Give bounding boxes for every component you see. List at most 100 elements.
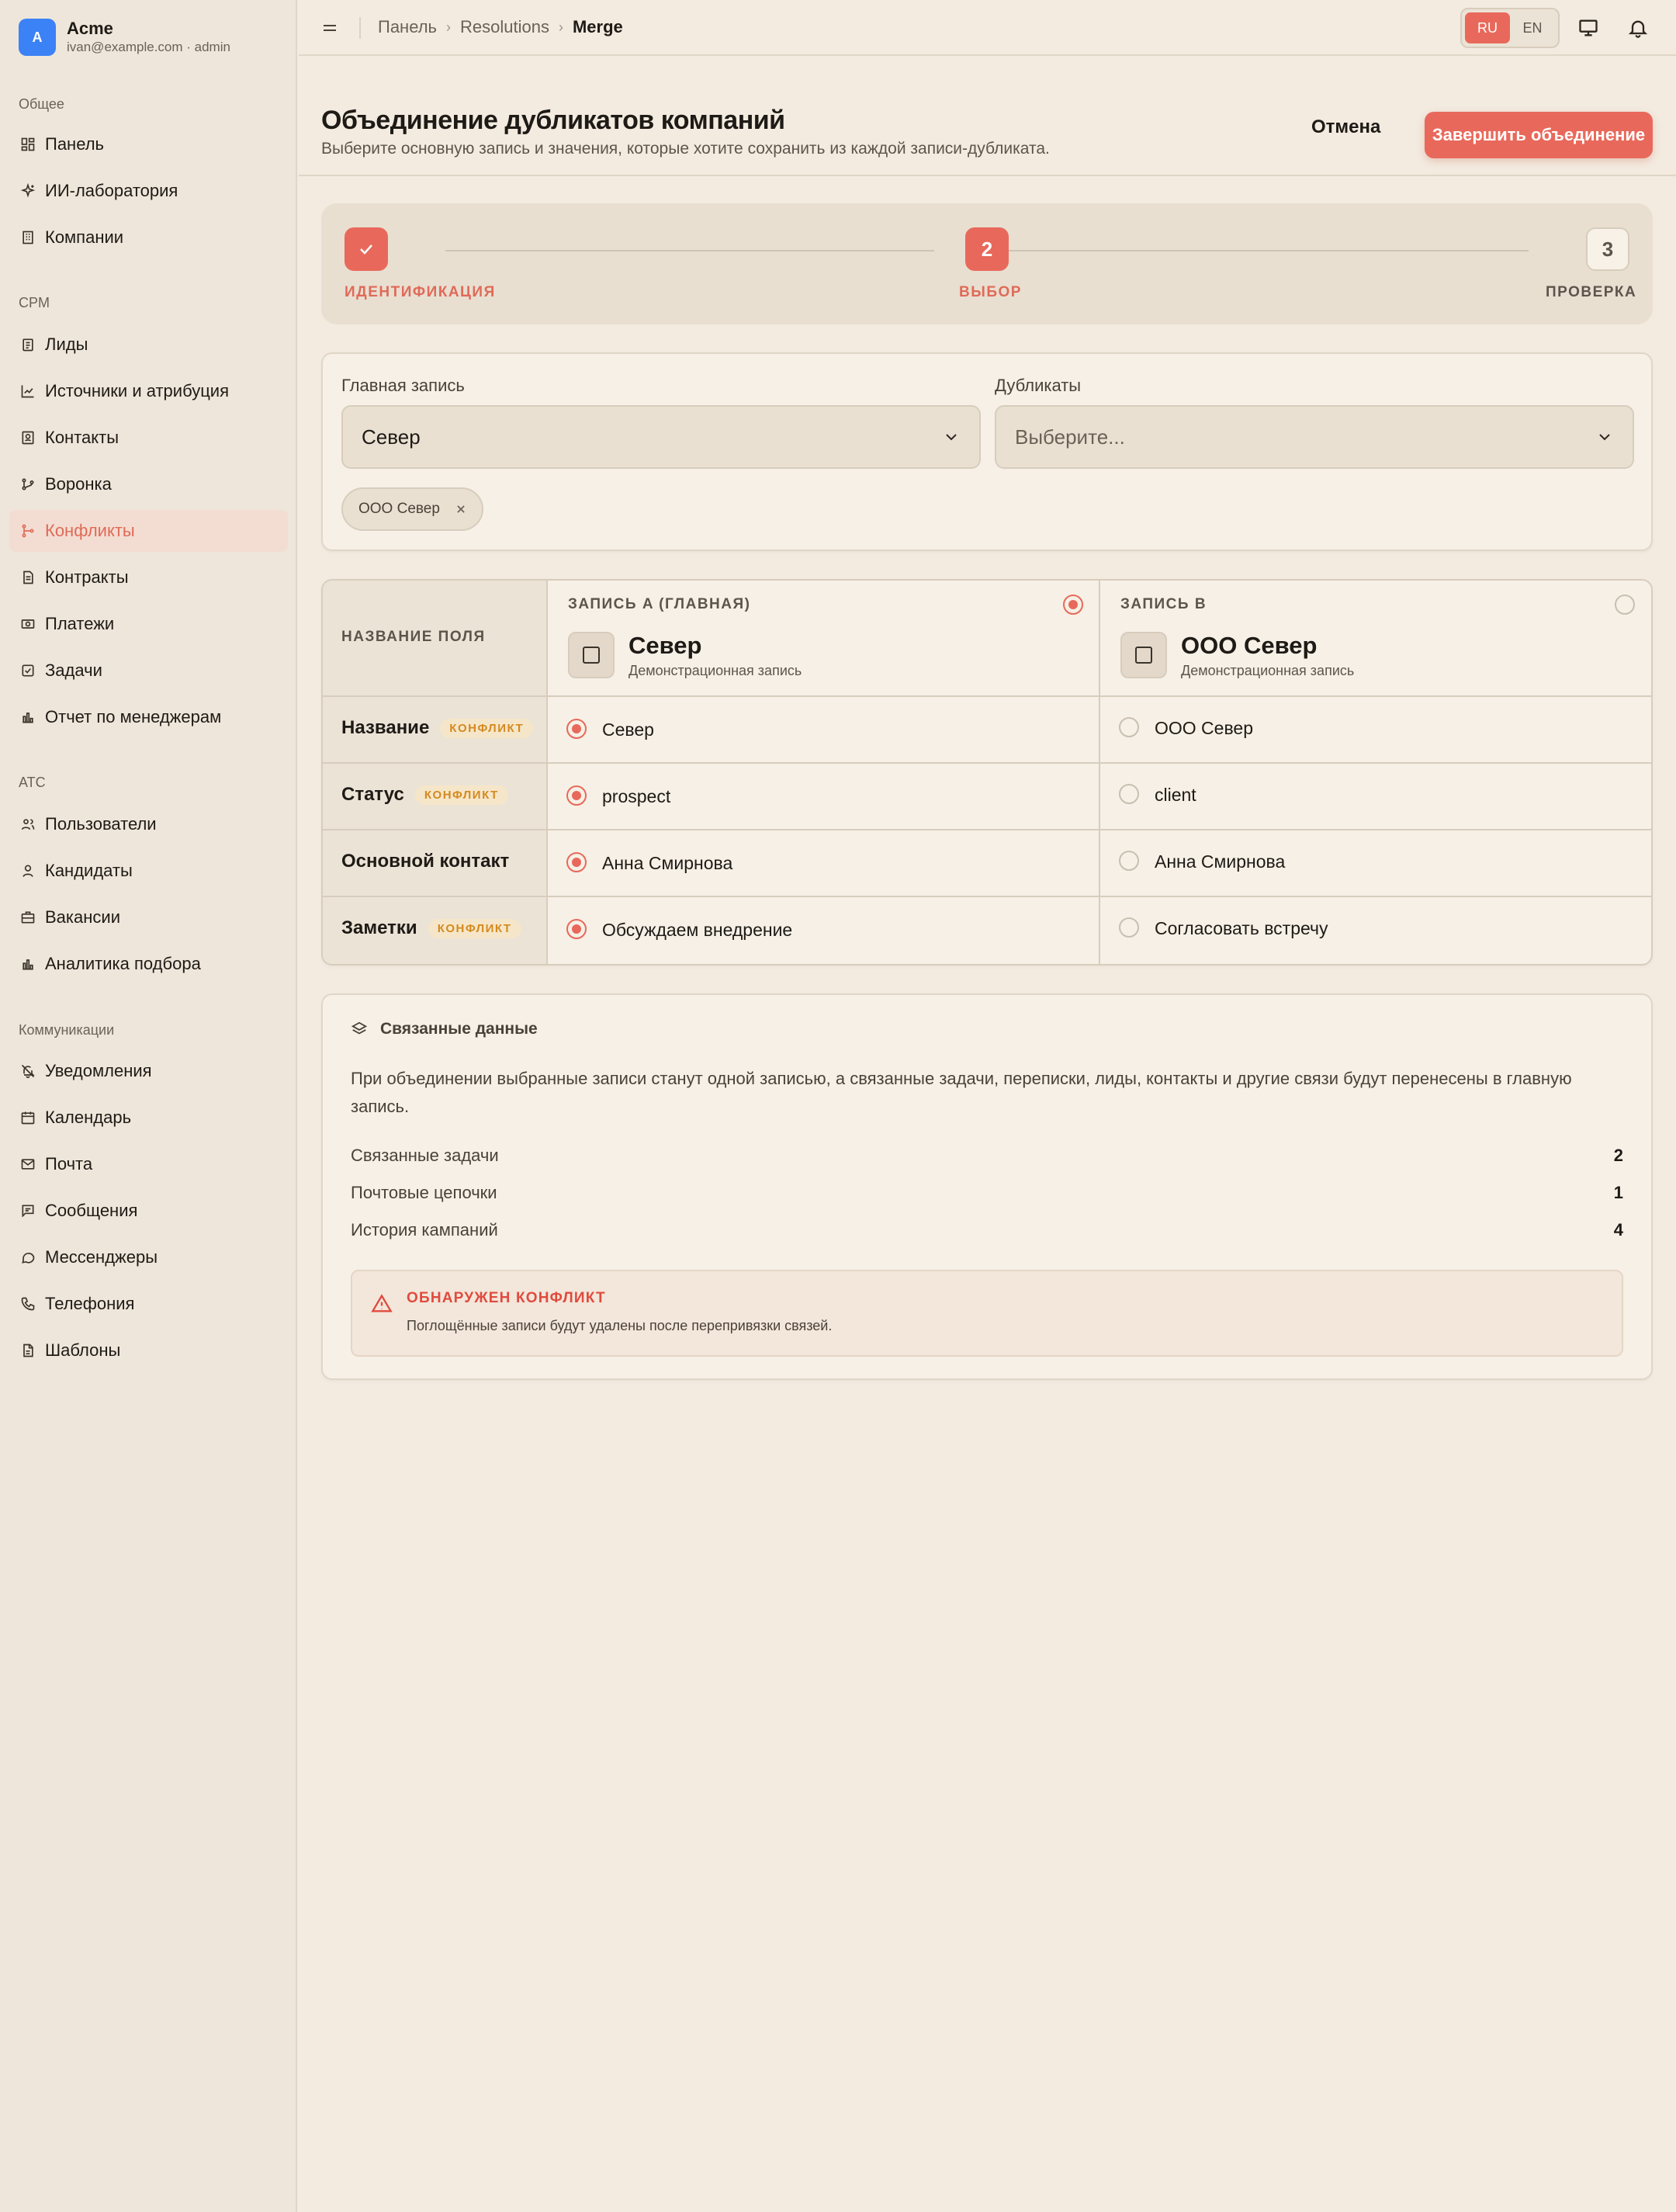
record-a-subtitle: Демонстрационная запись xyxy=(628,663,802,678)
row-notes-a-radio[interactable] xyxy=(566,919,587,939)
file-text-icon xyxy=(23,1343,33,1357)
breadcrumb-resolutions[interactable]: Resolutions xyxy=(460,17,549,37)
sidebar-item-label: ИИ-лаборатория xyxy=(45,181,178,200)
sidebar-item-funnel[interactable]: Воронка xyxy=(9,463,288,505)
sidebar-item-ai-lab[interactable]: ИИ-лаборатория xyxy=(9,170,288,212)
step-2-indicator: 2 xyxy=(965,227,1009,271)
row-status-b-radio[interactable] xyxy=(1119,784,1139,804)
duplicates-placeholder: Выберите... xyxy=(1015,425,1125,449)
finish-merge-button[interactable]: Завершить объединение xyxy=(1425,112,1653,158)
row-contact-a-radio[interactable] xyxy=(566,852,587,872)
close-icon[interactable] xyxy=(455,504,466,515)
row-notes-b-radio[interactable] xyxy=(1119,917,1139,938)
sidebar-item-candidates[interactable]: Кандидаты xyxy=(9,850,288,892)
record-b-icon xyxy=(1120,632,1167,678)
sidebar-item-messengers[interactable]: Мессенджеры xyxy=(9,1236,288,1278)
record-b-primary-radio[interactable] xyxy=(1615,595,1635,615)
record-b-name: ООО Север xyxy=(1181,632,1318,659)
bell-icon[interactable] xyxy=(1627,17,1649,39)
sidebar-item-contacts[interactable]: Контакты xyxy=(9,417,288,459)
sidebar-item-tasks[interactable]: Задачи xyxy=(9,650,288,692)
related-data-title-text: Связанные данные xyxy=(380,1020,538,1038)
row-contact-b-radio[interactable] xyxy=(1119,851,1139,871)
lang-ru-button[interactable]: RU xyxy=(1465,12,1510,43)
chevron-down-icon xyxy=(946,434,957,441)
sidebar-item-companies[interactable]: Компании xyxy=(9,217,288,258)
sidebar-item-label: Лиды xyxy=(45,335,88,354)
nav-section-general: Общее xyxy=(19,96,64,112)
sidebar-item-payments[interactable]: Платежи xyxy=(9,603,288,645)
chevron-right-icon: › xyxy=(446,19,452,35)
funnel-icon xyxy=(22,478,34,491)
sidebar-item-telephony[interactable]: Телефония xyxy=(9,1283,288,1325)
duplicates-select[interactable]: Выберите... xyxy=(995,405,1634,469)
chevron-down-icon xyxy=(1599,434,1610,441)
conflict-alert-text: Поглощённые записи будут удалены после п… xyxy=(407,1318,833,1333)
step-1-label: ИДЕНТИФИКАЦИЯ xyxy=(345,284,496,300)
row-name-b-radio[interactable] xyxy=(1119,717,1139,737)
record-b-subtitle: Демонстрационная запись xyxy=(1181,663,1355,678)
stat-campaigns-value: 4 xyxy=(1613,1220,1623,1239)
monitor-icon[interactable] xyxy=(1577,17,1599,39)
contact-card-icon xyxy=(22,431,34,445)
sidebar-item-label: Уведомления xyxy=(45,1061,152,1080)
sidebar-item-label: Календарь xyxy=(45,1108,132,1127)
sparkles-icon xyxy=(20,183,36,198)
record-a-primary-radio[interactable] xyxy=(1063,595,1083,615)
sidebar-item-label: Вакансии xyxy=(45,907,120,927)
sidebar: A Acme ivan@example.com · admin Общее Па… xyxy=(0,0,297,2212)
user-icon xyxy=(23,865,33,877)
bar-chart-icon xyxy=(23,959,33,970)
stat-tasks-value: 2 xyxy=(1613,1146,1623,1165)
sidebar-item-users[interactable]: Пользователи xyxy=(9,803,288,845)
main-record-select[interactable]: Север xyxy=(341,405,981,469)
row-status-a-value: prospect xyxy=(602,786,671,806)
sidebar-item-vacancies[interactable]: Вакансии xyxy=(9,896,288,938)
nav-section-cpm: CPM xyxy=(19,295,50,310)
sidebar-item-label: Телефония xyxy=(45,1294,135,1313)
sidebar-item-templates[interactable]: Шаблоны xyxy=(9,1330,288,1371)
document-icon xyxy=(23,570,33,584)
sidebar-item-messages[interactable]: Сообщения xyxy=(9,1190,288,1232)
row-name-a-radio[interactable] xyxy=(566,719,587,739)
sidebar-item-contracts[interactable]: Контракты xyxy=(9,556,288,598)
chart-line-icon xyxy=(21,385,34,398)
sidebar-item-label: Мессенджеры xyxy=(45,1247,158,1267)
step-3-label: ПРОВЕРКА xyxy=(1546,284,1637,300)
cancel-button[interactable]: Отмена xyxy=(1311,116,1380,138)
sidebar-item-label: Контакты xyxy=(45,428,119,447)
building-icon xyxy=(23,231,33,244)
sidebar-item-sources[interactable]: Источники и атрибуция xyxy=(9,370,288,412)
briefcase-icon xyxy=(21,911,35,924)
check-icon xyxy=(360,244,372,255)
row-name-b-value: ООО Север xyxy=(1155,718,1254,738)
sidebar-item-label: Кандидаты xyxy=(45,861,133,880)
checkbox-icon xyxy=(22,664,34,677)
sidebar-item-calendar[interactable]: Календарь xyxy=(9,1097,288,1139)
sidebar-item-manager-report[interactable]: Отчет по менеджерам xyxy=(9,696,288,738)
row-status-a-radio[interactable] xyxy=(566,785,587,806)
workspace-switcher[interactable]: A Acme ivan@example.com · admin xyxy=(19,19,230,56)
square-icon xyxy=(1135,647,1152,664)
related-data-description: При объединении выбранные записи станут … xyxy=(351,1069,1572,1116)
lang-en-button[interactable]: EN xyxy=(1510,12,1555,43)
step-2-label: ВЫБОР xyxy=(959,284,1022,300)
row-field-name: Название КОНФЛИКТ xyxy=(341,717,534,739)
sidebar-item-conflicts[interactable]: Конфликты xyxy=(9,510,288,552)
language-toggle: RU EN xyxy=(1460,8,1560,48)
sidebar-item-leads[interactable]: Лиды xyxy=(9,324,288,366)
stat-mail-threads-value: 1 xyxy=(1613,1183,1623,1202)
row-divider xyxy=(323,896,1651,897)
row-field-label: Заметки xyxy=(341,917,417,938)
sidebar-item-mail[interactable]: Почта xyxy=(9,1143,288,1185)
avatar: A xyxy=(19,19,56,56)
sidebar-item-label: Почта xyxy=(45,1154,93,1174)
sidebar-item-notifications[interactable]: Уведомления xyxy=(9,1050,288,1092)
sidebar-item-recruiting-analytics[interactable]: Аналитика подбора xyxy=(9,943,288,985)
sidebar-toggle-icon[interactable] xyxy=(320,19,339,37)
topbar: Панель › Resolutions › Merge RU EN xyxy=(299,0,1676,56)
sidebar-item-label: Воронка xyxy=(45,474,112,494)
sidebar-item-dashboard[interactable]: Панель xyxy=(9,123,288,165)
breadcrumb-dashboard[interactable]: Панель xyxy=(378,17,437,37)
row-divider xyxy=(323,695,1651,697)
